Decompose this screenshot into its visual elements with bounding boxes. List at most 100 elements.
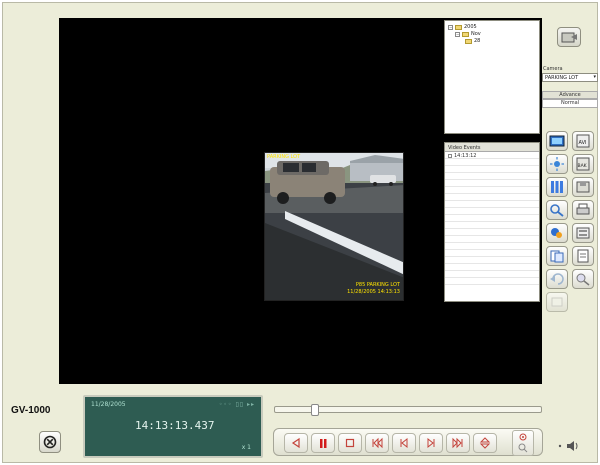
reverse-play-icon bbox=[291, 437, 300, 449]
tree-node-month[interactable]: − Nov bbox=[455, 31, 481, 37]
avi-export-icon: AVI bbox=[576, 134, 590, 148]
brightness-icon bbox=[550, 157, 564, 171]
empty-row bbox=[445, 264, 539, 271]
camera-label: Camera bbox=[543, 66, 563, 72]
model-label: GV-1000 bbox=[11, 405, 51, 416]
document-button[interactable] bbox=[572, 246, 594, 266]
next-frame-button[interactable] bbox=[419, 433, 443, 453]
tree-node-day[interactable]: 28 bbox=[465, 38, 480, 44]
collapse-icon[interactable]: − bbox=[455, 31, 460, 37]
event-checkbox[interactable] bbox=[448, 153, 452, 158]
settings-button[interactable] bbox=[572, 223, 594, 243]
next-frame-icon bbox=[427, 437, 435, 449]
save-button[interactable] bbox=[572, 177, 594, 197]
folder-icon bbox=[462, 31, 469, 37]
collapse-icon[interactable]: − bbox=[448, 24, 453, 30]
empty-row bbox=[445, 222, 539, 229]
document-icon bbox=[577, 249, 589, 263]
empty-row bbox=[445, 236, 539, 243]
camera-select[interactable]: PARKING LOT ▾ bbox=[542, 73, 598, 82]
tree-node-year[interactable]: − 2005 bbox=[448, 24, 477, 30]
exit-icon bbox=[561, 32, 577, 43]
event-row[interactable]: 14:13:12 bbox=[445, 152, 539, 159]
speed-button[interactable] bbox=[473, 433, 497, 453]
pause-button[interactable] bbox=[311, 433, 335, 453]
snapshot-button[interactable] bbox=[546, 131, 568, 151]
empty-row bbox=[445, 166, 539, 173]
empty-row bbox=[445, 187, 539, 194]
undo-button[interactable] bbox=[546, 269, 568, 289]
undo-icon bbox=[550, 273, 564, 285]
lcd-status-icons: ◦◦◦ ▯▯ ▸▸ bbox=[218, 401, 255, 408]
rewind-button[interactable] bbox=[365, 433, 389, 453]
image-icon bbox=[549, 135, 565, 147]
empty-row bbox=[445, 243, 539, 250]
stop-button[interactable] bbox=[338, 433, 362, 453]
lcd-date: 11/28/2005 bbox=[91, 401, 126, 408]
settings-icon bbox=[576, 227, 590, 239]
color-adjust-icon bbox=[551, 228, 562, 238]
camera-selected-value: PARKING LOT bbox=[545, 75, 579, 81]
print-button[interactable] bbox=[572, 200, 594, 220]
print-icon bbox=[576, 203, 590, 215]
svg-text:AVI: AVI bbox=[579, 140, 587, 146]
video-events-panel: Video Events 14:13:12 bbox=[444, 142, 540, 302]
folder-icon bbox=[455, 24, 462, 30]
pause-icon bbox=[320, 439, 327, 448]
empty-row bbox=[445, 201, 539, 208]
zoom-fit-button[interactable] bbox=[572, 269, 594, 289]
exit-button[interactable] bbox=[557, 27, 581, 47]
copy-button[interactable] bbox=[546, 246, 568, 266]
svg-text:BAK: BAK bbox=[578, 163, 588, 169]
seek-thumb[interactable] bbox=[311, 404, 319, 416]
events-header: Video Events bbox=[445, 143, 539, 152]
video-title-overlay: PARKING LOT bbox=[267, 154, 301, 160]
color-adjust-button[interactable] bbox=[546, 223, 568, 243]
disabled-tool-button[interactable] bbox=[546, 292, 568, 312]
date-tree-panel[interactable]: − 2005 − Nov 28 bbox=[444, 20, 540, 134]
previous-frame-button[interactable] bbox=[392, 433, 416, 453]
brightness-button[interactable] bbox=[546, 154, 568, 174]
close-playback-button[interactable] bbox=[39, 431, 61, 453]
chevron-down-icon[interactable]: ▾ bbox=[593, 74, 596, 80]
empty-row bbox=[445, 180, 539, 187]
copy-icon bbox=[550, 250, 564, 263]
empty-row bbox=[445, 257, 539, 264]
application-window: PARKING LOT P85 PARKING LOT 11/28/2005 1… bbox=[2, 2, 598, 463]
split-view-icon bbox=[551, 181, 563, 193]
empty-row bbox=[445, 159, 539, 166]
object-search-icon bbox=[550, 204, 564, 217]
speaker-icon bbox=[558, 441, 578, 451]
tab-normal[interactable]: Normal bbox=[542, 99, 598, 108]
save-icon bbox=[576, 181, 590, 193]
audio-controls[interactable] bbox=[557, 437, 581, 451]
stop-icon bbox=[345, 438, 355, 448]
previous-frame-icon bbox=[400, 437, 408, 449]
tree-day-label: 28 bbox=[474, 38, 481, 44]
fast-forward-button[interactable] bbox=[446, 433, 470, 453]
camera-video-frame[interactable]: PARKING LOT P85 PARKING LOT 11/28/2005 1… bbox=[264, 152, 404, 301]
object-search-button[interactable] bbox=[546, 200, 568, 220]
timestamp-overlay: 11/28/2005 14:13:13 bbox=[347, 289, 400, 295]
empty-row bbox=[445, 208, 539, 215]
blank-icon bbox=[551, 297, 563, 307]
reverse-play-button[interactable] bbox=[284, 433, 308, 453]
empty-row bbox=[445, 194, 539, 201]
backup-icon: BAK bbox=[576, 157, 590, 171]
transport-controls bbox=[273, 428, 543, 456]
split-view-button[interactable] bbox=[546, 177, 568, 197]
parking-lot-snapshot bbox=[265, 153, 403, 300]
empty-row bbox=[445, 215, 539, 222]
close-circle-icon bbox=[43, 435, 57, 449]
fast-forward-icon bbox=[452, 437, 463, 449]
rewind-icon bbox=[372, 437, 383, 449]
empty-row bbox=[445, 278, 539, 285]
tree-month-label: Nov bbox=[471, 31, 481, 37]
empty-row bbox=[445, 173, 539, 180]
avi-export-button[interactable]: AVI bbox=[572, 131, 594, 151]
zoom-button[interactable] bbox=[512, 430, 534, 456]
seek-bar[interactable] bbox=[274, 404, 542, 416]
backup-button[interactable]: BAK bbox=[572, 154, 594, 174]
tab-advance[interactable]: Advance bbox=[542, 91, 598, 99]
lcd-speed: x 1 bbox=[241, 444, 251, 451]
